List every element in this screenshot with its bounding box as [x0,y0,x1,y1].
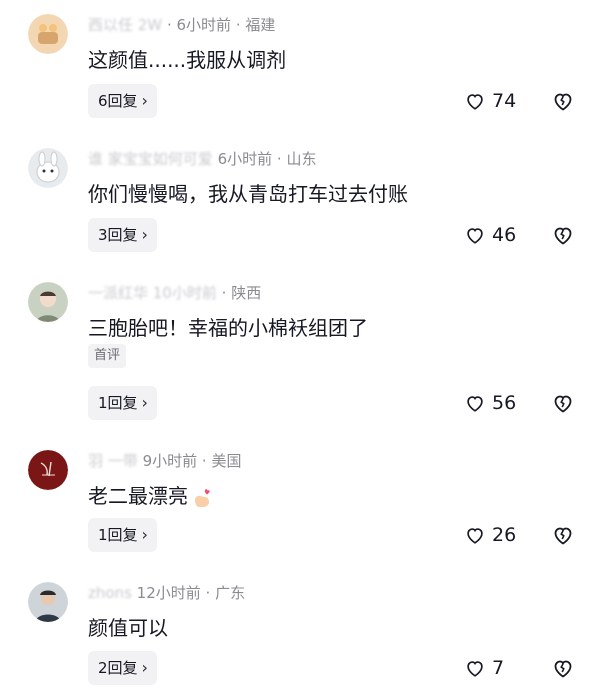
username[interactable]: zhons [88,584,132,602]
heart-outline-icon [467,228,483,244]
like-button[interactable]: 7 [464,653,504,683]
reply-count: 6回复 [98,92,138,110]
comment-text: 三胞胎吧！幸福的小棉袄组团了 [88,316,368,340]
avatar[interactable] [28,450,68,490]
broken-heart-icon[interactable] [551,223,575,247]
chevron-right-icon: › [141,225,148,244]
comment-meta: zhons 12小时前 · 广东 [88,584,246,602]
comment-meta: 一派红华 10小时前 · 陕西 [88,284,262,302]
like-button[interactable]: 74 [464,86,516,116]
avatar-image [28,282,68,322]
username[interactable]: 谁 家宝宝如何可爱 [88,150,213,168]
comment-meta: 谁 家宝宝如何可爱 6小时前 · 山东 [88,150,317,168]
comment-location: 美国 [211,452,242,470]
username[interactable]: 一派红华 10小时前 [88,284,217,302]
reply-count: 1回复 [98,394,138,412]
avatar-image [28,450,68,490]
comment-time: 6小时前 [217,150,273,168]
heart-outline-icon [467,661,483,677]
avatar[interactable] [28,148,68,188]
reply-count: 2回复 [98,659,138,677]
reply-count: 1回复 [98,526,138,544]
avatar[interactable] [28,282,68,322]
finger-heart-emoji-icon [195,488,210,507]
comment-location: 山东 [286,150,317,168]
view-replies-button[interactable]: 3回复 › [88,218,157,252]
view-replies-button[interactable]: 6回复 › [88,84,157,118]
comment-location: 广东 [215,584,246,602]
like-count: 56 [492,392,517,414]
comment-location: 福建 [245,16,276,34]
like-count: 26 [492,524,517,546]
like-count: 46 [492,224,517,246]
comment-location: 陕西 [231,284,262,302]
heart-outline-icon [467,396,483,412]
comment-time: 6小时前 [176,16,232,34]
chevron-right-icon: › [141,658,148,677]
first-comment-badge: 首评 [88,344,127,368]
heart-outline-icon [467,528,483,544]
like-button[interactable]: 46 [464,220,516,250]
username[interactable]: 西以任 2W [88,16,162,34]
avatar-image [28,582,68,622]
comment-meta: 羽 一带 9小时前 · 美国 [88,452,242,470]
view-replies-button[interactable]: 1回复 › [88,518,157,552]
like-count: 7 [492,657,505,679]
reply-count: 3回复 [98,226,138,244]
comment-time: 9小时前 [142,452,198,470]
comment-text: 老二最漂亮 [88,480,214,510]
broken-heart-icon[interactable] [551,656,575,680]
view-replies-button[interactable]: 2回复 › [88,651,157,685]
heart-outline-icon [467,94,483,110]
comment-text: 这颜值......我服从调剂 [88,48,287,72]
like-button[interactable]: 56 [464,388,516,418]
comment-text-content: 老二最漂亮 [88,484,188,508]
avatar-image [28,148,68,188]
broken-heart-icon[interactable] [551,391,575,415]
chevron-right-icon: › [141,393,148,412]
like-button[interactable]: 26 [464,520,516,550]
avatar-image [28,14,68,54]
avatar[interactable] [28,14,68,54]
comment-time: 12小时前 [136,584,201,602]
broken-heart-icon[interactable] [551,523,575,547]
like-count: 74 [492,90,517,112]
username[interactable]: 羽 一带 [88,452,138,470]
comment-meta: 西以任 2W · 6小时前 · 福建 [88,16,276,34]
chevron-right-icon: › [141,525,148,544]
broken-heart-icon[interactable] [551,89,575,113]
chevron-right-icon: › [141,91,148,110]
comment-text: 你们慢慢喝，我从青岛打车过去付账 [88,182,408,206]
comment-text: 颜值可以 [88,616,168,640]
view-replies-button[interactable]: 1回复 › [88,386,157,420]
avatar[interactable] [28,582,68,622]
